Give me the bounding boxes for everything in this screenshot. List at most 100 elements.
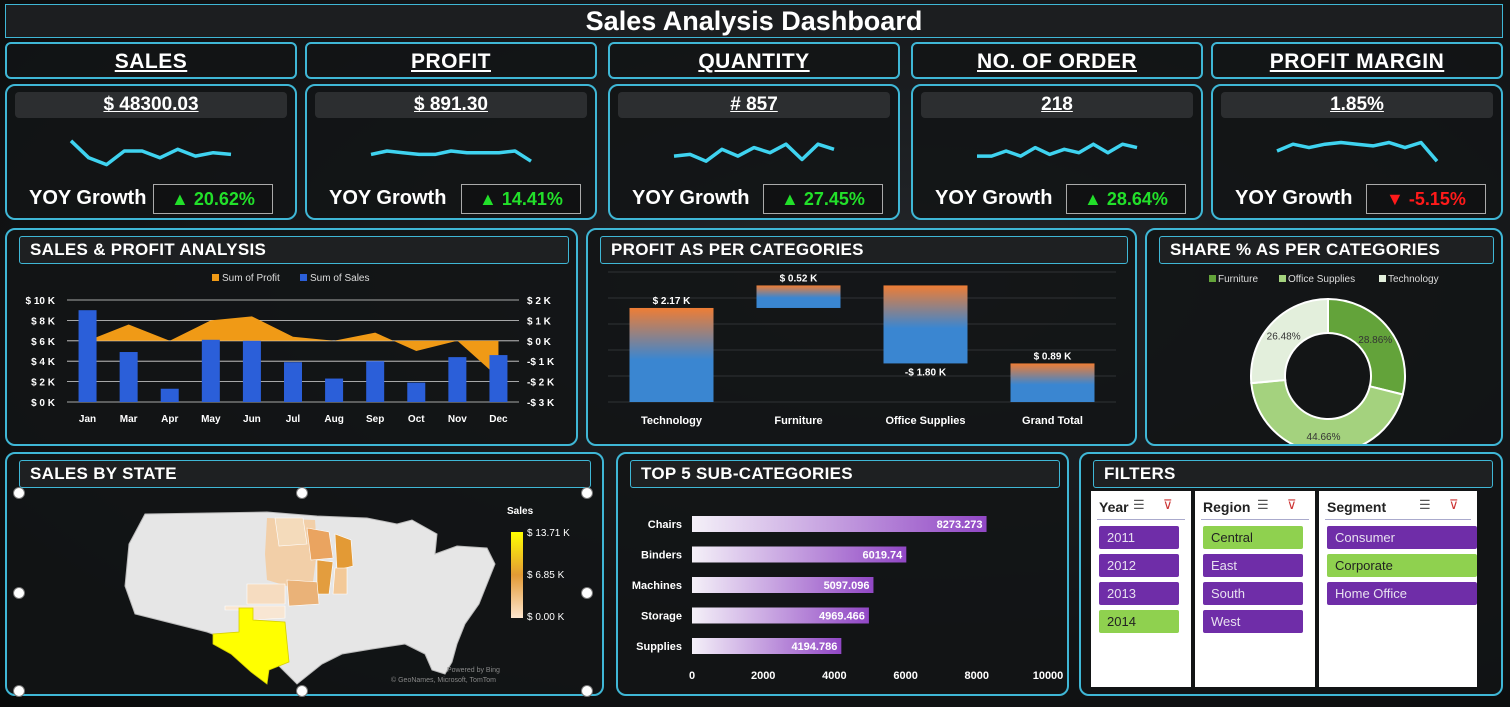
sales-state-title: SALES BY STATE <box>19 460 591 488</box>
yoy-label: YOY Growth <box>632 187 750 209</box>
sales-bar <box>160 388 179 402</box>
legend-sales-swatch <box>300 274 307 281</box>
y-tick-subcategory: Binders <box>641 550 682 562</box>
bar-data-label: 6019.74 <box>863 550 904 562</box>
multi-select-icon[interactable]: ☰ <box>1419 497 1431 513</box>
slicer-item-year[interactable]: 2011 <box>1099 526 1179 549</box>
bar-data-label: 5097.096 <box>824 580 870 592</box>
kpi-header-label: NO. OF ORDER <box>976 50 1137 73</box>
slicer-divider <box>1325 519 1471 520</box>
profit-categories-chart: $ 2.17 K Technology $ 0.52 K Furniture -$ 1.… <box>608 271 1116 427</box>
map-legend: Sales $ 13.71 K $ 6.85 K $ 0.00 K <box>507 506 597 626</box>
sales-bar <box>284 362 302 402</box>
clear-filter-icon[interactable]: ⊽ <box>1449 497 1459 513</box>
waterfall-bar <box>1010 363 1095 402</box>
slicer-region-label: Region <box>1203 499 1251 515</box>
arrow-up-icon: ▲ <box>781 189 799 209</box>
slicer-item-year[interactable]: 2014 <box>1099 610 1179 633</box>
arrow-down-icon: ▼ <box>1386 189 1404 209</box>
top5-panel: TOP 5 SUB-CATEGORIES Chairs 8273.273 Binde… <box>616 452 1069 696</box>
x-tick-category: Furniture <box>774 415 822 427</box>
y-right-tick: $ 0 K <box>527 337 552 348</box>
resize-handle-mr[interactable] <box>581 587 593 599</box>
resize-handle-ml[interactable] <box>13 587 25 599</box>
donut-label: 28.86% <box>1358 335 1392 346</box>
sales-profit-title: SALES & PROFIT ANALYSIS <box>19 236 569 264</box>
kpi-value: 218 <box>921 92 1193 118</box>
slicer-year: Year ☰ ⊽ 2011 2012 2013 2014 <box>1091 491 1191 687</box>
sales-bar <box>119 352 138 402</box>
kpi-header-0: SALES <box>5 42 297 79</box>
resize-handle-bl[interactable] <box>13 685 25 697</box>
legend-label: Office Supplies <box>1288 274 1355 285</box>
yoy-value: -5.15% <box>1408 189 1466 209</box>
legend-profit-label: Sum of Profit <box>222 273 280 284</box>
sparkline-line <box>1276 140 1439 163</box>
waterfall-bar <box>883 285 968 364</box>
clear-filter-icon[interactable]: ⊽ <box>1287 497 1297 513</box>
resize-handle-bm[interactable] <box>296 685 308 697</box>
share-categories-panel: SHARE % AS PER CATEGORIES Furniture Offic… <box>1145 228 1503 446</box>
slicer-item-segment[interactable]: Corporate <box>1327 554 1477 577</box>
arrow-up-icon: ▲ <box>479 189 497 209</box>
slicer-item-segment[interactable]: Home Office <box>1327 582 1477 605</box>
slicer-item-region[interactable]: Central <box>1203 526 1303 549</box>
kpi-sparkline <box>1276 140 1439 163</box>
x-tick: 2000 <box>751 670 775 682</box>
kpi-value: # 857 <box>618 92 890 118</box>
resize-handle-tr[interactable] <box>581 487 593 499</box>
slicer-item-segment[interactable]: Consumer <box>1327 526 1477 549</box>
kpi-card-3: 218 YOY Growth ▲ 28.64% <box>911 84 1203 220</box>
slicer-item-year[interactable]: 2013 <box>1099 582 1179 605</box>
x-tick-month: Jul <box>286 414 301 425</box>
sparkline-line <box>69 139 232 167</box>
sales-bar <box>366 361 385 402</box>
sales-bar <box>325 378 344 402</box>
kpi-sparkline <box>977 142 1138 158</box>
profit-categories-panel: PROFIT AS PER CATEGORIES $ 2.17 K Technol… <box>586 228 1137 446</box>
legend-swatch <box>1379 275 1386 282</box>
y-right-tick: -$ 2 K <box>527 378 555 389</box>
kpi-value: $ 48300.03 <box>15 92 287 118</box>
kpi-card-2: # 857 YOY Growth ▲ 27.45% <box>608 84 900 220</box>
slicer-segment-label: Segment <box>1327 499 1387 515</box>
yoy-value-box: ▼ -5.15% <box>1366 184 1486 214</box>
y-right-tick: -$ 3 K <box>527 398 555 409</box>
resize-handle-tl[interactable] <box>13 487 25 499</box>
filters-panel: FILTERS Year ☰ ⊽ 2011 2012 2013 2014 Region … <box>1079 452 1503 696</box>
x-tick-category: Technology <box>641 415 703 427</box>
donut-slice <box>1327 297 1406 396</box>
sales-bar <box>489 355 508 402</box>
clear-filter-icon[interactable]: ⊽ <box>1163 497 1173 513</box>
bar-data-label: 8273.273 <box>937 519 983 531</box>
multi-select-icon[interactable]: ☰ <box>1133 497 1145 513</box>
legend-swatch <box>1279 275 1286 282</box>
wisconsin-state <box>306 527 334 561</box>
sales-bar <box>78 310 97 402</box>
multi-select-icon[interactable]: ☰ <box>1257 497 1269 513</box>
yoy-label: YOY Growth <box>935 187 1053 209</box>
top5-chart: Chairs 8273.273 Binders 6019.74 Machines 5097… <box>632 516 1063 682</box>
x-tick: 6000 <box>893 670 917 682</box>
map-credit-sources: © GeoNames, Microsoft, TomTom <box>391 676 496 684</box>
y-left-tick: $ 6 K <box>31 337 56 348</box>
resize-handle-tm[interactable] <box>296 487 308 499</box>
y-tick-subcategory: Machines <box>632 580 682 592</box>
kpi-card-1: $ 891.30 YOY Growth ▲ 14.41% <box>305 84 597 220</box>
kpi-header-label: SALES <box>114 50 188 73</box>
resize-handle-br[interactable] <box>581 685 593 697</box>
slicer-item-region[interactable]: South <box>1203 582 1303 605</box>
us-map[interactable]: Powered by Bing © GeoNames, Microsoft, T… <box>17 494 577 694</box>
slicer-item-region[interactable]: West <box>1203 610 1303 633</box>
yoy-value-box: ▲ 14.41% <box>461 184 581 214</box>
waterfall-data-label: $ 2.17 K <box>653 296 692 307</box>
donut-label: 44.66% <box>1307 432 1341 443</box>
y-tick-subcategory: Chairs <box>648 519 682 531</box>
yoy-label: YOY Growth <box>1235 187 1353 209</box>
slicer-item-region[interactable]: East <box>1203 554 1303 577</box>
sales-profit-panel: SALES & PROFIT ANALYSIS Sum of Profit Sum… <box>5 228 578 446</box>
y-left-tick: $ 0 K <box>31 398 56 409</box>
slicer-item-year[interactable]: 2012 <box>1099 554 1179 577</box>
x-tick-month: Jun <box>243 414 261 425</box>
arrow-up-icon: ▲ <box>171 189 189 209</box>
